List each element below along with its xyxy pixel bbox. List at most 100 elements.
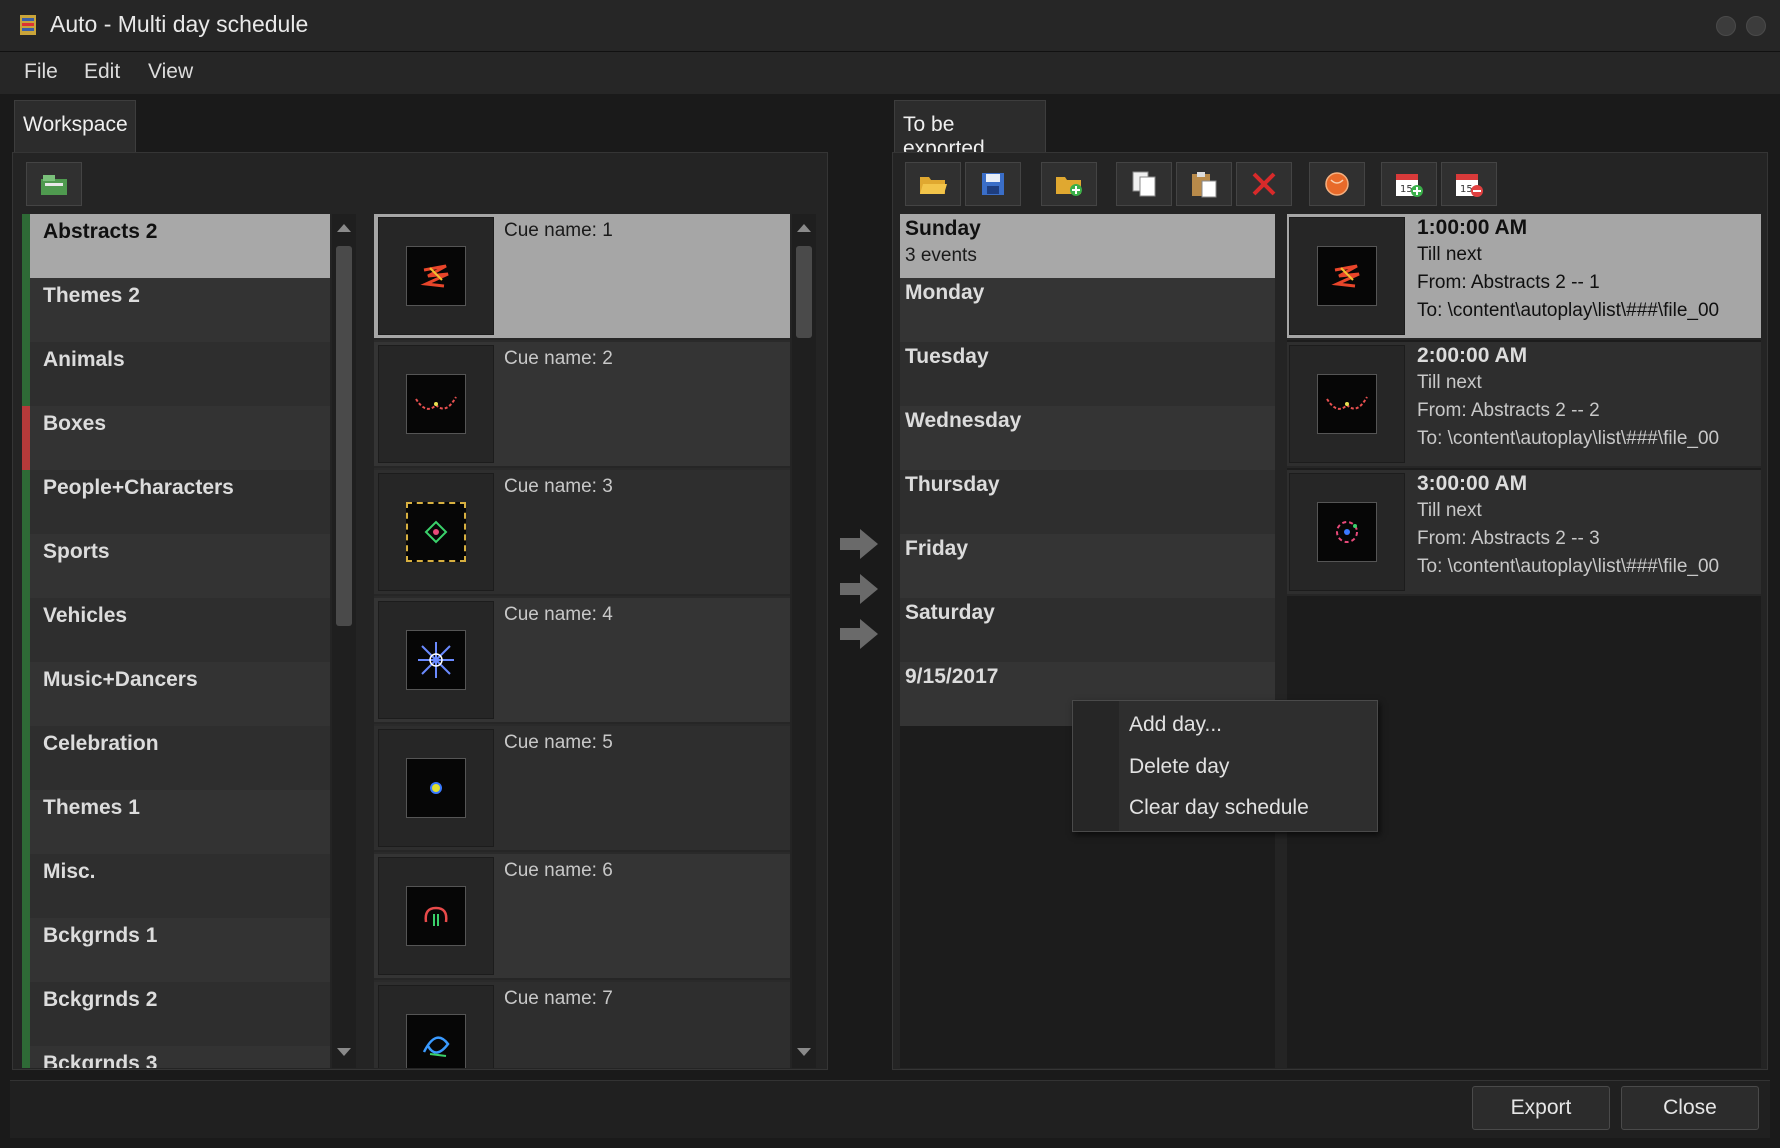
category-item[interactable]: Bckgrnds 1 (22, 918, 330, 982)
close-button[interactable]: Close (1621, 1086, 1759, 1130)
category-item[interactable]: Themes 2 (22, 278, 330, 342)
category-item[interactable]: Celebration (22, 726, 330, 790)
category-scrollbar[interactable] (332, 214, 356, 1068)
day-label: Friday (905, 537, 969, 560)
day-item-monday[interactable]: Monday (900, 278, 1275, 342)
day-item-thursday[interactable]: Thursday (900, 470, 1275, 534)
event-destination: To: \content\autoplay\list\###\file_00 (1417, 556, 1720, 577)
scroll-down-icon[interactable] (337, 1048, 351, 1056)
scroll-thumb[interactable] (796, 246, 812, 338)
category-list: Abstracts 2 Themes 2 Animals Boxes Peopl… (22, 214, 330, 1068)
tab-workspace[interactable]: Workspace (14, 100, 136, 152)
menu-item-clear-day-schedule[interactable]: Clear day schedule (1129, 796, 1309, 820)
menu-view[interactable]: View (148, 60, 193, 84)
remove-date-button[interactable]: 15 (1441, 162, 1497, 206)
cue-item[interactable]: Cue name: 1 (374, 214, 790, 340)
category-item[interactable]: Music+Dancers (22, 662, 330, 726)
cue-item[interactable]: Cue name: 4 (374, 598, 790, 724)
category-item[interactable]: Animals (22, 342, 330, 406)
cue-label: Cue name: 1 (504, 220, 613, 241)
add-arrow-icon[interactable] (838, 571, 880, 607)
open-library-button[interactable] (26, 162, 82, 206)
menu-edit[interactable]: Edit (84, 60, 120, 84)
add-date-button[interactable]: 15 (1381, 162, 1437, 206)
export-button[interactable]: Export (1472, 1086, 1610, 1130)
event-item[interactable]: 2:00:00 AM Till next From: Abstracts 2 -… (1287, 342, 1761, 468)
cue-preview-icon (422, 1036, 450, 1057)
cue-thumbnail (378, 729, 494, 847)
event-list: 1:00:00 AM Till next From: Abstracts 2 -… (1287, 214, 1761, 1068)
category-item[interactable]: Sports (22, 534, 330, 598)
category-label: Themes 2 (43, 284, 140, 307)
day-item-saturday[interactable]: Saturday (900, 598, 1275, 662)
menu-bar: File Edit View (0, 52, 1780, 94)
minimize-button[interactable] (1716, 16, 1736, 36)
new-folder-button[interactable] (1041, 162, 1097, 206)
day-item-wednesday[interactable]: Wednesday (900, 406, 1275, 470)
category-color-bar (22, 598, 30, 662)
paste-button[interactable] (1176, 162, 1232, 206)
category-color-bar (22, 918, 30, 982)
save-schedule-button[interactable] (965, 162, 1021, 206)
cue-preview-icon (420, 264, 449, 288)
category-label: Misc. (43, 860, 96, 883)
event-thumbnail (1289, 345, 1405, 463)
category-item[interactable]: Vehicles (22, 598, 330, 662)
category-color-bar (22, 726, 30, 790)
day-label: Wednesday (905, 409, 1022, 432)
category-label: People+Characters (43, 476, 234, 499)
event-thumbnail (1289, 217, 1405, 335)
category-item[interactable]: Misc. (22, 854, 330, 918)
menu-file[interactable]: File (24, 60, 58, 84)
cue-preview-icon (415, 396, 457, 410)
cue-item[interactable]: Cue name: 2 (374, 342, 790, 468)
folder-open-icon (920, 177, 947, 194)
cue-item[interactable]: Cue name: 3 (374, 470, 790, 596)
category-item[interactable]: Boxes (22, 406, 330, 470)
day-item-tuesday[interactable]: Tuesday (900, 342, 1275, 406)
scroll-down-icon[interactable] (797, 1048, 811, 1056)
menu-item-add-day[interactable]: Add day... (1129, 713, 1222, 737)
tab-to-be-exported[interactable]: To be exported (894, 100, 1046, 160)
event-item[interactable]: 3:00:00 AM Till next From: Abstracts 2 -… (1287, 470, 1761, 596)
window-title: Auto - Multi day schedule (50, 11, 309, 37)
scroll-up-icon[interactable] (797, 224, 811, 232)
close-window-button[interactable] (1746, 16, 1766, 36)
day-item-sunday[interactable]: Sunday 3 events (900, 214, 1275, 278)
add-arrow-icon[interactable] (838, 616, 880, 652)
event-preview-icon (1331, 264, 1360, 288)
category-item[interactable]: Bckgrnds 3 (22, 1046, 330, 1068)
preview-button[interactable] (1309, 162, 1365, 206)
category-color-bar (22, 342, 30, 406)
category-label: Vehicles (43, 604, 128, 627)
calendar-add-icon: 15 (1396, 174, 1423, 197)
category-item[interactable]: Abstracts 2 (22, 214, 330, 278)
category-item[interactable]: Themes 1 (22, 790, 330, 854)
scroll-thumb[interactable] (336, 246, 352, 626)
open-schedule-button[interactable] (905, 162, 961, 206)
delete-button[interactable] (1236, 162, 1292, 206)
app-icon (20, 15, 36, 35)
cue-item[interactable]: Cue name: 6 (374, 854, 790, 980)
cue-scrollbar[interactable] (792, 214, 816, 1068)
category-item[interactable]: People+Characters (22, 470, 330, 534)
day-label: Thursday (905, 473, 1000, 496)
event-item[interactable]: 1:00:00 AM Till next From: Abstracts 2 -… (1287, 214, 1761, 340)
add-arrow-icon[interactable] (838, 526, 880, 562)
category-color-bar (22, 470, 30, 534)
cue-label: Cue name: 6 (504, 860, 613, 881)
category-item[interactable]: Bckgrnds 2 (22, 982, 330, 1046)
menu-item-delete-day[interactable]: Delete day (1129, 755, 1229, 779)
scroll-up-icon[interactable] (337, 224, 351, 232)
globe-icon (1325, 172, 1349, 196)
cue-thumbnail (378, 217, 494, 335)
category-label: Animals (43, 348, 125, 371)
category-color-bar (22, 1046, 30, 1068)
cue-label: Cue name: 2 (504, 348, 613, 369)
category-color-bar (22, 278, 30, 342)
copy-button[interactable] (1116, 162, 1172, 206)
day-item-friday[interactable]: Friday (900, 534, 1275, 598)
cue-item[interactable]: Cue name: 5 (374, 726, 790, 852)
cue-item[interactable]: Cue name: 7 (374, 982, 790, 1068)
event-source: From: Abstracts 2 -- 1 (1417, 272, 1600, 293)
